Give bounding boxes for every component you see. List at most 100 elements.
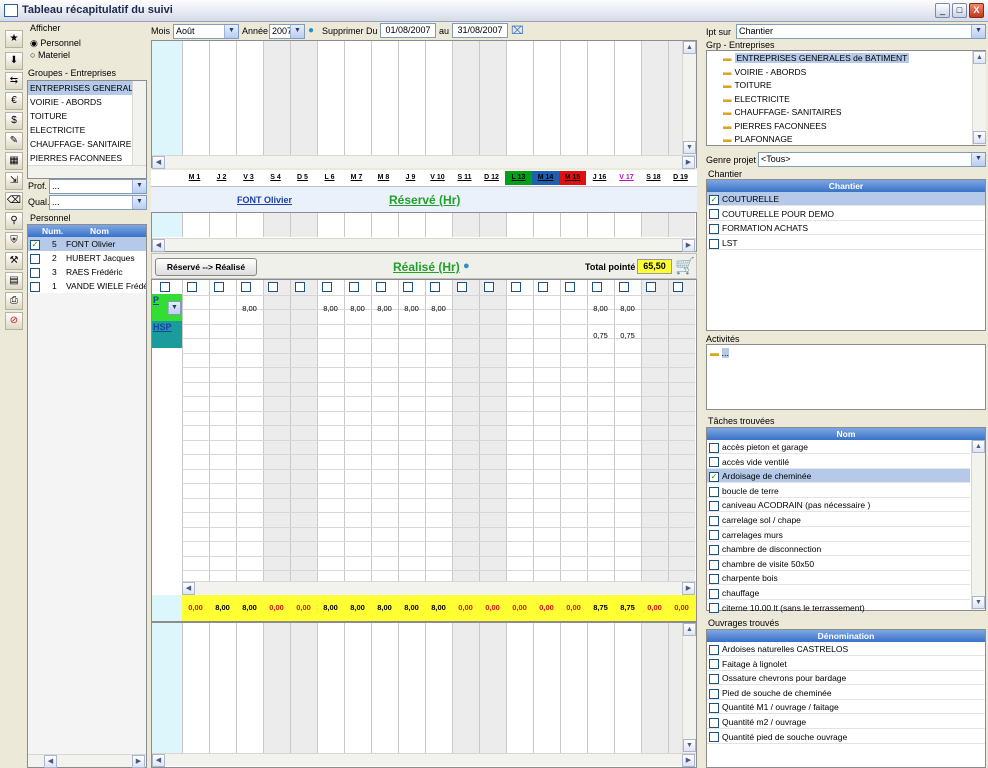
list-item[interactable]: carrelage sol / chape [707, 513, 970, 527]
checkbox[interactable] [709, 732, 719, 743]
list-item[interactable]: charpente bois [707, 571, 970, 586]
checkbox[interactable] [709, 703, 719, 714]
day-header-cell[interactable]: J 9 [397, 171, 424, 185]
prof-select[interactable]: ... ▼ [49, 179, 147, 194]
grp-vscrollbar[interactable]: ▲ ▼ [972, 51, 986, 145]
groups-hscrollbar[interactable] [28, 165, 146, 178]
checkbox[interactable] [709, 223, 719, 234]
star-icon[interactable]: ★ [5, 30, 23, 48]
list-item[interactable]: COUTURELLE POUR DEMO [707, 207, 985, 221]
scroll-left-icon[interactable]: ◀ [44, 755, 57, 768]
reserve-to-realise-button[interactable]: Réservé --> Réalisé [155, 258, 257, 276]
bottom-hscrollbar[interactable]: ◀ ▶ [152, 753, 696, 767]
radio-personnel[interactable]: ◉ Personnel [30, 38, 81, 49]
scroll-down-icon[interactable]: ▼ [683, 739, 696, 752]
transfer-icon[interactable]: ⇆ [5, 72, 23, 90]
checkbox[interactable] [484, 282, 494, 292]
checkbox[interactable] [30, 253, 40, 264]
checkbox[interactable] [709, 530, 719, 541]
day-header-cell[interactable]: S 11 [451, 171, 478, 185]
date-from-input[interactable]: 01/08/2007 [380, 23, 436, 38]
scroll-up-icon[interactable]: ▲ [973, 51, 986, 64]
scroll-up-icon[interactable]: ▲ [972, 440, 985, 453]
checkbox[interactable] [709, 209, 719, 220]
supprimer-label[interactable]: Supprimer Du [322, 26, 378, 36]
qual-select[interactable]: ... ▼ [49, 195, 147, 210]
maximize-button[interactable]: □ [952, 3, 967, 18]
checkbox[interactable] [709, 238, 719, 249]
table-row[interactable]: ✓ 5 FONT Olivier [28, 237, 146, 251]
list-item[interactable]: chauffage [707, 586, 970, 600]
cart-icon[interactable]: 🛒 [675, 256, 695, 276]
day-header-cell[interactable]: J 16 [586, 171, 613, 185]
checkbox[interactable]: ✓ [709, 471, 719, 482]
checkbox[interactable]: ✓ [709, 194, 719, 205]
scroll-right-icon[interactable]: ▶ [132, 755, 145, 768]
print-icon[interactable]: ⎙ [5, 292, 23, 310]
list-item[interactable]: CHAUFFAGE- SANITAIRES [28, 137, 132, 151]
scroll-left-icon[interactable]: ◀ [152, 239, 165, 252]
list-item[interactable]: PIERRES FACONNEES [28, 151, 132, 165]
checkbox[interactable] [565, 282, 575, 292]
checkbox[interactable] [592, 282, 602, 292]
checkbox[interactable] [538, 282, 548, 292]
checkbox[interactable] [709, 717, 719, 728]
checkbox[interactable] [187, 282, 197, 292]
checkbox[interactable] [619, 282, 629, 292]
shield-icon[interactable]: ⛨ [5, 232, 23, 250]
checkbox[interactable] [349, 282, 359, 292]
list-item[interactable]: VOIRIE - ABORDS [28, 95, 132, 109]
trash-icon[interactable]: ⌧ [511, 24, 524, 37]
euro-icon[interactable]: € [5, 92, 23, 110]
checkbox[interactable] [511, 282, 521, 292]
list-item[interactable]: TOITURE [28, 109, 132, 123]
day-header-cell[interactable]: V 17 [613, 171, 640, 185]
tools-icon[interactable]: ⚒ [5, 252, 23, 270]
scroll-down-icon[interactable]: ▼ [972, 596, 985, 609]
checkbox[interactable] [709, 659, 719, 670]
money-icon[interactable]: $ [5, 112, 23, 130]
list-item[interactable]: ✓ Ardoisage de cheminée [707, 469, 970, 484]
checkbox[interactable] [709, 501, 719, 512]
list-item[interactable]: chambre de disconnection [707, 542, 970, 557]
download-icon[interactable]: ⬇ [5, 52, 23, 70]
reserve-person[interactable]: FONT Olivier [237, 195, 292, 205]
checkbox[interactable] [709, 544, 719, 555]
list-item[interactable]: LST [707, 236, 985, 250]
checkbox[interactable] [30, 281, 40, 292]
radio-materiel[interactable]: ○ Materiel [30, 50, 70, 60]
list-item[interactable]: carrelages murs [707, 528, 970, 542]
checkbox[interactable] [403, 282, 413, 292]
scroll-left-icon[interactable]: ◀ [152, 156, 165, 169]
activite-item[interactable]: ▬ ... [710, 348, 730, 358]
tree-item[interactable]: ▬ PIERRES FACONNEES [721, 120, 969, 133]
mois-select[interactable]: Août ▼ [173, 24, 239, 39]
day-header-cell[interactable]: D 5 [289, 171, 316, 185]
list-item[interactable]: Quantité pied de souche ouvrage [707, 730, 985, 744]
list-item[interactable]: boucle de terre [707, 484, 970, 498]
checkbox[interactable] [241, 282, 251, 292]
table-row[interactable]: 3 RAES Frédéric [28, 265, 146, 279]
checkbox[interactable] [30, 267, 40, 278]
checkbox[interactable] [709, 673, 719, 684]
list-item[interactable]: ELECTRICITE [28, 123, 132, 137]
checkbox[interactable] [646, 282, 656, 292]
list-item[interactable]: Quantité m2 / ouvrage [707, 715, 985, 729]
table-row[interactable]: 2 HUBERT Jacques [28, 251, 146, 265]
grid-icon[interactable]: ▦ [5, 152, 23, 170]
day-header-cell[interactable]: S 18 [640, 171, 667, 185]
ipt-select[interactable]: Chantier ▼ [736, 24, 986, 39]
tree-item[interactable]: ▬ ENTREPRISES GENERALES de BATIMENT [721, 52, 969, 65]
checkbox[interactable] [673, 282, 683, 292]
checkbox[interactable] [322, 282, 332, 292]
day-header-cell[interactable]: J 2 [208, 171, 235, 185]
list-item[interactable]: Ossature chevrons pour bardage [707, 671, 985, 686]
day-header-cell[interactable]: V 10 [424, 171, 451, 185]
checkbox[interactable] [709, 486, 719, 497]
list-item[interactable]: ENTREPRISES GENERALES de [28, 81, 132, 95]
day-header-cell[interactable]: D 19 [667, 171, 694, 185]
close-button[interactable]: X [969, 3, 984, 18]
filter-icon[interactable]: ⚲ [5, 212, 23, 230]
day-header-cell[interactable]: M 1 [181, 171, 208, 185]
scroll-right-icon[interactable]: ▶ [682, 582, 695, 595]
